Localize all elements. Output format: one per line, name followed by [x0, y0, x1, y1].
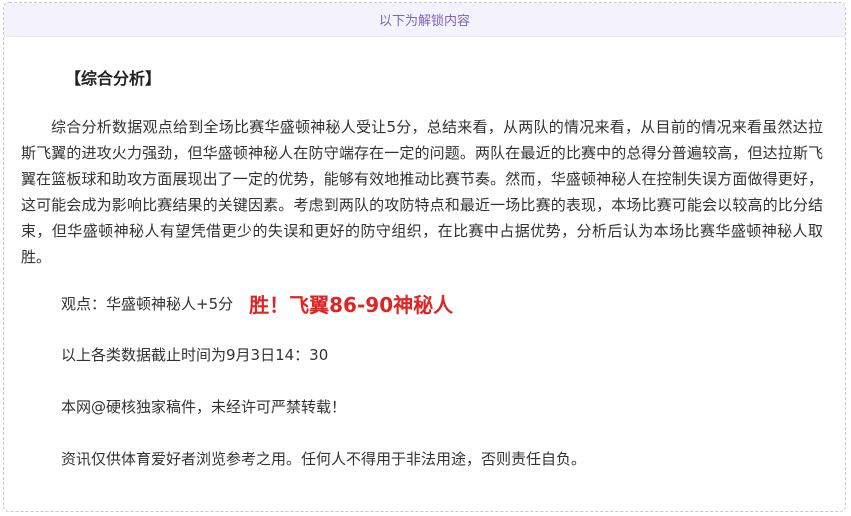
viewpoint-pick: 华盛顿神秘人+5分: [106, 294, 234, 313]
section-title: 【综合分析】: [65, 69, 162, 88]
match-result: 胜！飞翼86-90神秘人: [249, 292, 454, 317]
data-cutoff-text: 以上各类数据截止时间为9月3日14：30: [61, 346, 329, 364]
unlock-notice-bar: 以下为解锁内容: [4, 3, 845, 37]
analysis-paragraph: 综合分析数据观点给到全场比赛华盛顿神秘人受让5分，总结来看，从两队的情况来看，从…: [21, 118, 823, 266]
disclaimer-text: 资讯仅供体育爱好者浏览参考之用。任何人不得用于非法用途，否则责任自负。: [61, 450, 587, 468]
viewpoint-row: 观点： 华盛顿神秘人+5分 胜！飞翼86-90神秘人: [61, 287, 823, 319]
unlock-notice-text: 以下为解锁内容: [378, 14, 470, 29]
viewpoint-label: 观点：: [61, 294, 107, 313]
article-body: 【综合分析】 综合分析数据观点给到全场比赛华盛顿神秘人受让5分，总结来看，从两队…: [4, 67, 845, 470]
copyright-notice: 本网@硬核独家稿件，未经许可严禁转载！: [61, 398, 347, 416]
content-card: 以下为解锁内容 【综合分析】 综合分析数据观点给到全场比赛华盛顿神秘人受让5分，…: [3, 2, 846, 512]
